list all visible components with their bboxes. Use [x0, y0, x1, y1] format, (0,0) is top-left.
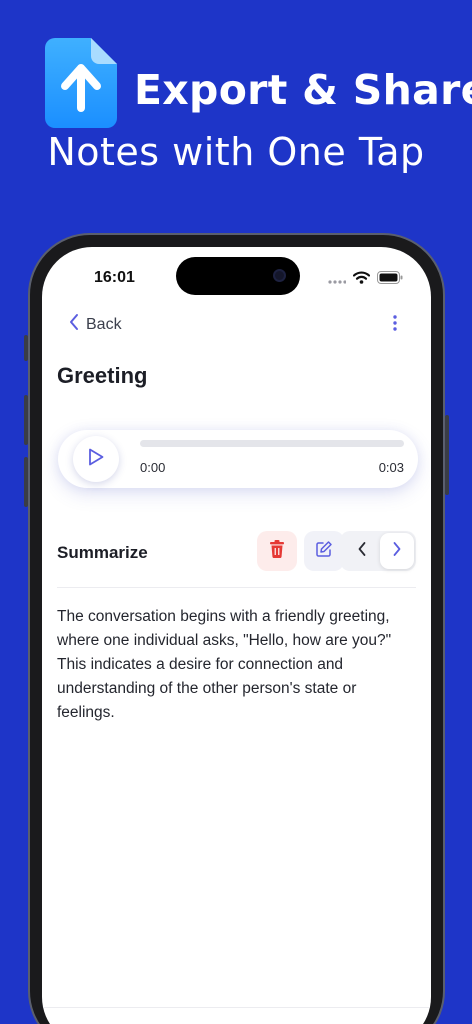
- phone-frame: 16:01 Back Greeting 0:00 0:03 Summarize …: [24, 233, 449, 1024]
- back-button[interactable]: Back: [68, 313, 122, 336]
- audio-player: 0:00 0:03: [58, 430, 418, 488]
- back-label: Back: [86, 315, 122, 333]
- mute-switch: [24, 335, 28, 361]
- promo-title: Export & Share: [134, 66, 472, 114]
- next-button[interactable]: [380, 533, 414, 569]
- power-button: [445, 415, 449, 495]
- divider: [57, 587, 416, 588]
- note-title: Greeting: [57, 363, 148, 388]
- status-time: 16:01: [94, 269, 135, 286]
- volume-up-button: [24, 395, 28, 445]
- play-button[interactable]: [73, 436, 119, 482]
- volume-down-button: [24, 457, 28, 507]
- edit-icon: [315, 540, 333, 563]
- duration: 0:03: [378, 460, 404, 475]
- play-icon: [87, 447, 105, 472]
- more-vertical-icon[interactable]: [389, 313, 401, 333]
- chevron-right-icon: [392, 541, 402, 562]
- status-icons: [328, 271, 403, 289]
- bottom-divider: [42, 1007, 431, 1008]
- summary-pager: [340, 531, 416, 571]
- upload-file-icon: [45, 38, 117, 128]
- current-time: 0:00: [140, 460, 166, 475]
- prev-button[interactable]: [348, 537, 376, 565]
- edit-button[interactable]: [304, 531, 344, 571]
- progress-track[interactable]: [140, 440, 404, 447]
- summary-text: The conversation begins with a friendly …: [57, 608, 392, 721]
- wifi-icon: [352, 271, 371, 289]
- trash-icon: [269, 539, 285, 563]
- cellular-icon: [328, 271, 347, 289]
- chevron-left-icon: [68, 313, 80, 336]
- promo-subtitle: Notes with One Tap: [47, 130, 425, 174]
- app-screen: 16:01 Back Greeting 0:00 0:03 Summarize …: [42, 247, 431, 1024]
- chevron-left-icon: [357, 541, 367, 562]
- dynamic-island: [176, 257, 300, 295]
- battery-icon: [377, 271, 403, 289]
- section-label: Summarize: [57, 543, 148, 562]
- delete-button[interactable]: [257, 531, 297, 571]
